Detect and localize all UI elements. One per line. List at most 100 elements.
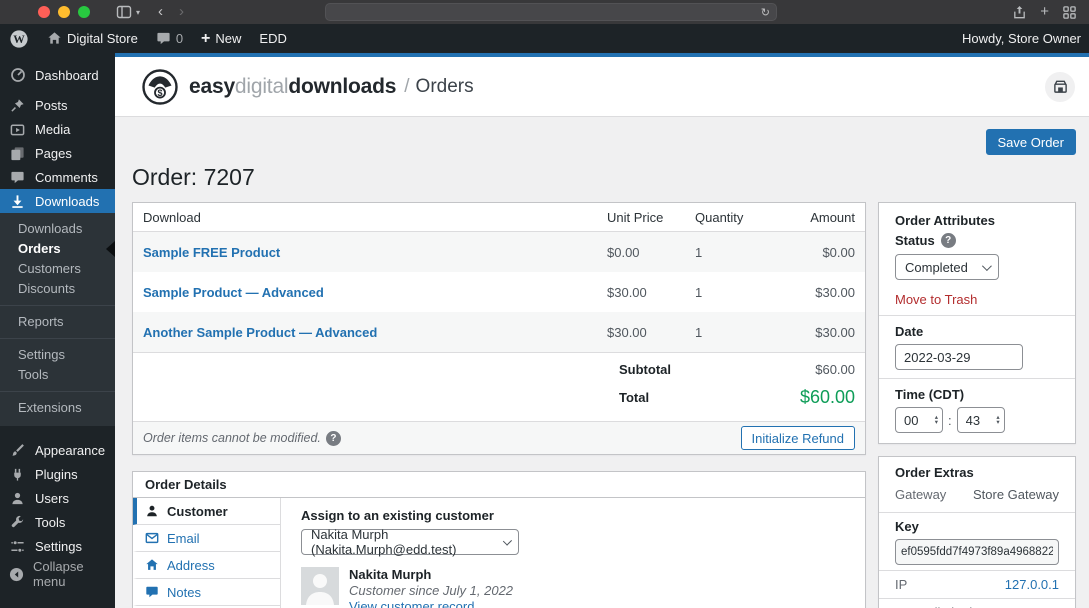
sidebar-item-downloads[interactable]: Downloads [0,189,115,213]
sidebar-item-plugins[interactable]: Plugins [0,462,115,486]
submenu-item-reports[interactable]: Reports [0,312,115,332]
order-totals: Subtotal $60.00 Total $60.00 [133,352,865,421]
settings-icon [9,539,26,554]
close-window-button[interactable] [38,6,50,18]
home-icon [47,31,62,46]
plus-icon: + [201,30,210,48]
date-input[interactable] [895,344,1023,370]
tab-notes[interactable]: Notes [133,579,280,606]
sidebar-item-comments[interactable]: Comments [0,165,115,189]
spinner-arrows-icon[interactable]: ▴▾ [996,415,999,426]
submenu-item-discounts[interactable]: Discounts [0,279,115,299]
initialize-refund-button[interactable]: Initialize Refund [741,426,856,450]
time-minute-stepper[interactable]: ▴▾ [957,407,1005,433]
sidebar-toggle-icon[interactable] [116,4,132,20]
table-row: Another Sample Product — Advanced $30.00… [133,312,865,352]
table-row: Sample FREE Product $0.00 1 $0.00 [133,232,865,272]
sidebar-item-media[interactable]: Media [0,117,115,141]
sidebar-item-settings[interactable]: Settings [0,534,115,558]
status-select[interactable]: Completed [895,254,999,280]
order-extras-title: Order Extras [879,457,1075,483]
collapse-menu-button[interactable]: Collapse menu [0,562,115,586]
amount-cell: $30.00 [781,325,855,340]
product-link[interactable]: Another Sample Product — Advanced [143,325,377,340]
time-hour-stepper[interactable]: ▴▾ [895,407,943,433]
wp-admin-bar: W Digital Store 0 + New EDD Howdy, Store… [0,24,1089,53]
gateway-value: Store Gateway [973,487,1059,502]
subtotal-value: $60.00 [769,362,855,377]
new-content-menu[interactable]: + New [192,24,250,53]
payment-key-input[interactable] [895,539,1059,565]
status-label: Status [895,233,935,248]
reload-icon[interactable]: ↻ [761,6,770,19]
new-tab-button[interactable]: + [1040,0,1049,24]
comments-menu[interactable]: 0 [147,24,192,53]
sidebar-item-tools[interactable]: Tools [0,510,115,534]
edd-menu[interactable]: EDD [250,24,295,53]
tab-email[interactable]: Email [133,525,280,552]
customer-name: Nakita Murph [349,567,513,582]
subtotal-label: Subtotal [619,362,769,377]
submenu-item-settings[interactable]: Settings [0,345,115,365]
spinner-arrows-icon[interactable]: ▴▾ [935,415,938,426]
sidebar-item-dashboard[interactable]: Dashboard [0,63,115,87]
submenu-item-tools[interactable]: Tools [0,365,115,385]
submenu-item-downloads[interactable]: Downloads [0,219,115,239]
move-to-trash-link[interactable]: Move to Trash [895,292,977,307]
sidebar-item-users[interactable]: Users [0,486,115,510]
tab-customer[interactable]: Customer [133,498,280,525]
edd-logo: $ [141,68,179,106]
items-locked-note: Order items cannot be modified. [143,431,321,445]
column-quantity: Quantity [695,210,781,225]
time-colon: : [948,413,952,428]
total-label: Total [619,390,769,405]
order-extras-card: Order Extras Gateway Store Gateway Key [878,456,1076,608]
store-button[interactable] [1045,72,1075,102]
zoom-window-button[interactable] [78,6,90,18]
howdy-menu[interactable]: Howdy, Store Owner [962,31,1089,46]
site-name: Digital Store [67,31,138,46]
back-button[interactable]: ‹ [150,0,171,24]
assign-customer-label: Assign to an existing customer [301,508,855,523]
sidebar-item-posts[interactable]: Posts [0,93,115,117]
column-amount: Amount [781,210,855,225]
sidebar-item-appearance[interactable]: Appearance [0,438,115,462]
envelope-icon [145,531,159,545]
ip-address-link[interactable]: 127.0.0.1 [1005,577,1059,592]
customer-since: Customer since July 1, 2022 [349,583,513,598]
ip-label: IP [895,577,907,592]
help-icon[interactable]: ? [326,431,341,446]
edd-label: EDD [259,31,286,46]
svg-text:$: $ [157,87,162,97]
url-field[interactable]: ↻ [325,3,777,21]
submenu-item-customers[interactable]: Customers [0,259,115,279]
customer-select[interactable]: Nakita Murph (Nakita.Murph@edd.test) [301,529,519,555]
tab-overview-icon[interactable] [1062,5,1077,20]
wrench-icon [9,515,26,530]
total-value: $60.00 [769,387,855,408]
quantity-cell: 1 [695,285,781,300]
submenu-item-orders[interactable]: Orders [0,239,115,259]
share-icon[interactable] [1012,5,1027,20]
submenu-item-extensions[interactable]: Extensions [0,398,115,418]
time-minute-input[interactable] [966,413,986,428]
user-icon [9,491,26,506]
help-icon[interactable]: ? [941,233,956,248]
product-link[interactable]: Sample FREE Product [143,245,280,260]
new-label: New [215,31,241,46]
site-name-menu[interactable]: Digital Store [38,24,147,53]
forward-button[interactable]: › [171,0,192,24]
tab-address[interactable]: Address [133,552,280,579]
view-customer-record-link[interactable]: View customer record [349,599,474,608]
product-link[interactable]: Sample Product — Advanced [143,285,324,300]
time-hour-input[interactable] [904,413,924,428]
column-unit-price: Unit Price [607,210,695,225]
quantity-cell: 1 [695,325,781,340]
sidebar-item-pages[interactable]: Pages [0,141,115,165]
collapse-icon [9,567,24,582]
wp-logo-menu[interactable]: W [0,24,38,53]
chevron-down-icon[interactable]: ▾ [136,8,140,17]
minimize-window-button[interactable] [58,6,70,18]
media-icon [9,122,26,137]
save-order-button[interactable]: Save Order [986,129,1076,155]
